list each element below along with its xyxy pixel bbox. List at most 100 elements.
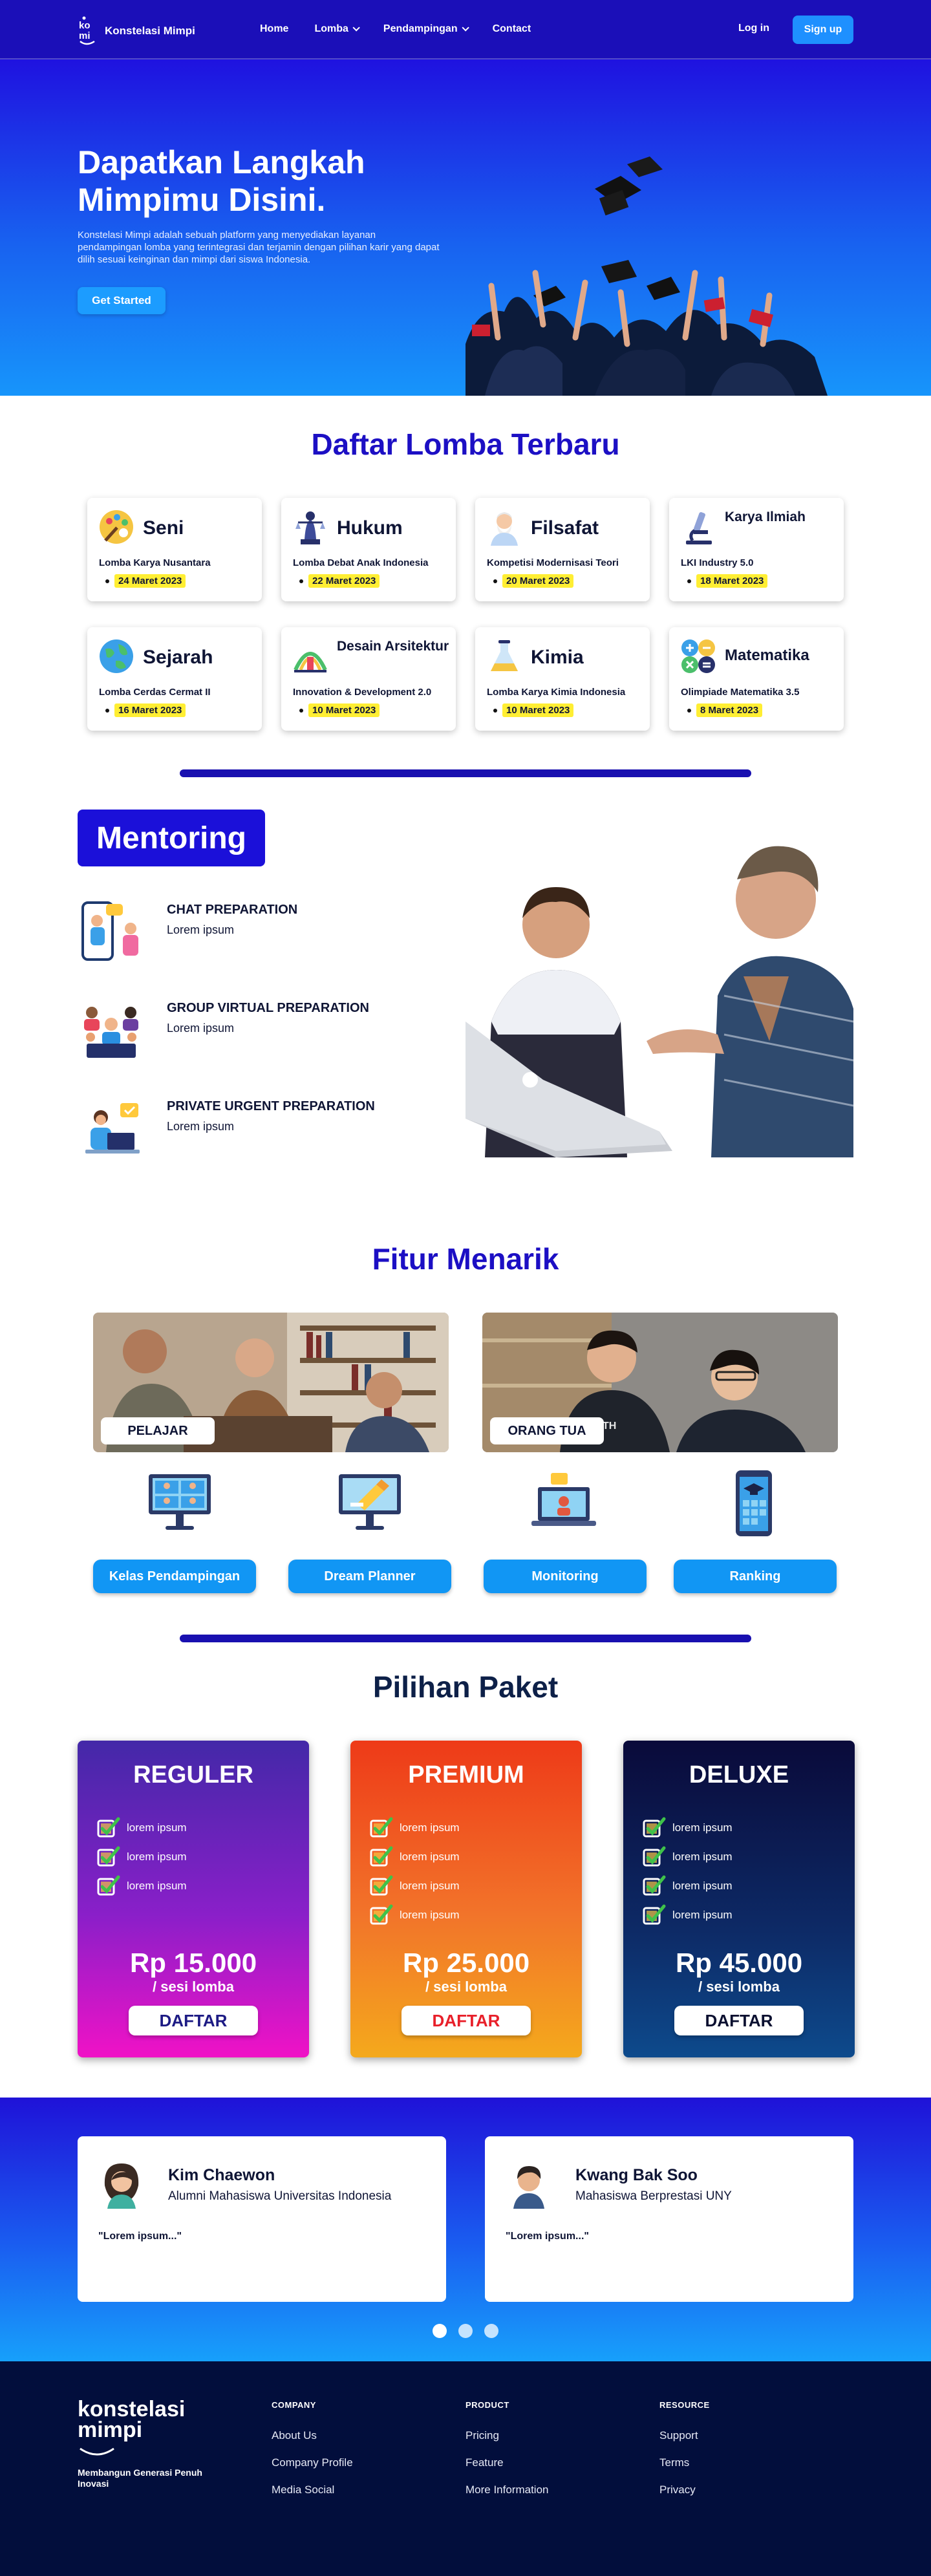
- mentoring-item-title: GROUP VIRTUAL PREPARATION: [167, 1001, 369, 1015]
- nav-link-pendampingan[interactable]: Pendampingan: [383, 23, 469, 35]
- footer-link[interactable]: Pricing: [466, 2429, 549, 2442]
- daftar-button[interactable]: DAFTAR: [674, 2006, 804, 2035]
- bullet-icon: [105, 708, 109, 713]
- lomba-card[interactable]: Karya Ilmiah LKI Industry 5.0 18 Maret 202…: [669, 498, 844, 601]
- nav-link-label: Home: [260, 23, 289, 34]
- nav-link-lomba[interactable]: Lomba: [314, 23, 360, 35]
- chat-icon: [81, 901, 138, 961]
- plan-feature: lorem ipsum: [643, 1904, 733, 1926]
- daftar-button[interactable]: DAFTAR: [401, 2006, 531, 2035]
- chevron-down-icon: [462, 24, 469, 32]
- carousel-dot-3[interactable]: [484, 2324, 498, 2338]
- carousel-dot-1[interactable]: [433, 2324, 447, 2338]
- checkmark-icon: [97, 1875, 120, 1896]
- orang-tua-photo[interactable]: I'M TH ORANG TUA: [482, 1313, 838, 1452]
- footer-link[interactable]: About Us: [272, 2429, 353, 2442]
- checkmark-icon: [370, 1904, 393, 1925]
- plan-feature-text: lorem ipsum: [672, 1851, 733, 1863]
- lomba-card[interactable]: Seni Lomba Karya Nusantara 24 Maret 2023: [87, 498, 262, 601]
- plan-feature-text: lorem ipsum: [400, 1851, 460, 1863]
- lomba-category: Karya Ilmiah: [725, 510, 806, 524]
- bullet-icon: [299, 708, 303, 713]
- footer-logo[interactable]: konstelasi mimpi: [78, 2397, 186, 2461]
- footer-link[interactable]: Terms: [659, 2456, 710, 2469]
- lomba-card[interactable]: Kimia Lomba Karya Kimia Indonesia 10 Maret…: [475, 627, 650, 731]
- nav-link-label: Contact: [492, 23, 531, 34]
- monitoring-button[interactable]: Monitoring: [484, 1560, 647, 1593]
- microscope-icon: [686, 512, 712, 544]
- footer-link[interactable]: Privacy: [659, 2484, 710, 2496]
- footer-column-product: PRODUCT Pricing Feature More Information: [466, 2400, 549, 2511]
- lomba-date-row: 24 Maret 2023: [105, 574, 186, 588]
- login-link[interactable]: Log in: [738, 23, 769, 34]
- lomba-card[interactable]: Matematika Olimpiade Matematika 3.5 8 Mare…: [669, 627, 844, 731]
- bullet-icon: [493, 579, 497, 583]
- carousel-dot-2[interactable]: [458, 2324, 473, 2338]
- checkmark-icon: [370, 1875, 393, 1896]
- group-call-icon: [84, 1007, 138, 1058]
- pelajar-photo[interactable]: PELAJAR: [93, 1313, 449, 1452]
- globe-icon: [100, 639, 133, 673]
- lomba-name: LKI Industry 5.0: [681, 557, 754, 568]
- footer-link[interactable]: Company Profile: [272, 2456, 353, 2469]
- mentoring-item-chat: CHAT PREPARATION Lorem ipsum: [78, 897, 466, 969]
- plan-name: REGULER: [133, 1761, 253, 1788]
- daftar-button[interactable]: DAFTAR: [129, 2006, 258, 2035]
- math-operators-icon: [681, 639, 715, 673]
- lomba-date-row: 18 Maret 2023: [687, 574, 768, 588]
- footer-link[interactable]: Support: [659, 2429, 710, 2442]
- ranking-button[interactable]: Ranking: [674, 1560, 837, 1593]
- plan-feature: lorem ipsum: [643, 1846, 733, 1868]
- pricing-card-deluxe: DELUXE lorem ipsum lorem ipsum lorem ipsum l…: [623, 1741, 855, 2057]
- nav-link-contact[interactable]: Contact: [493, 23, 531, 35]
- pricing-card-premium: PREMIUM lorem ipsum lorem ipsum lorem ipsum…: [350, 1741, 582, 2057]
- kelas-pendampingan-button[interactable]: Kelas Pendampingan: [93, 1560, 256, 1593]
- philosopher-icon: [491, 512, 518, 546]
- testimonial-name: Kwang Bak Soo: [575, 2166, 698, 2184]
- lomba-name: Kompetisi Modernisasi Teori: [487, 557, 619, 568]
- lomba-card[interactable]: Sejarah Lomba Cerdas Cermat II 16 Maret 20…: [87, 627, 262, 731]
- lomba-date: 8 Maret 2023: [696, 703, 763, 717]
- lomba-card[interactable]: Hukum Lomba Debat Anak Indonesia 22 Maret …: [281, 498, 456, 601]
- footer-logo-text: konstelasi mimpi: [78, 2397, 186, 2442]
- footer-link[interactable]: Feature: [466, 2456, 549, 2469]
- lomba-category: Hukum: [337, 517, 403, 539]
- mentoring-item-title: PRIVATE URGENT PREPARATION: [167, 1099, 375, 1113]
- nav-link-home[interactable]: Home: [260, 23, 288, 35]
- checkmark-icon: [370, 1846, 393, 1867]
- lomba-card[interactable]: Filsafat Kompetisi Modernisasi Teori 20 Ma…: [475, 498, 650, 601]
- avatar: [503, 2157, 555, 2209]
- lomba-name: Olimpiade Matematika 3.5: [681, 687, 800, 698]
- hero-section: Dapatkan Langkah Mimpimu Disini. Konstel…: [0, 59, 931, 396]
- checkmark-icon: [97, 1817, 120, 1838]
- lomba-date-row: 20 Maret 2023: [493, 574, 574, 588]
- testimonial-card: Kwang Bak Soo Mahasiswa Berprestasi UNY …: [485, 2136, 853, 2302]
- plan-price: Rp 45.000: [675, 1948, 803, 1978]
- lomba-date: 22 Maret 2023: [308, 574, 380, 588]
- mentoring-photo: [466, 846, 853, 1157]
- brand-logo[interactable]: ko mi Konstelasi Mimpi: [78, 16, 195, 47]
- footer-column-company: COMPANY About Us Company Profile Media S…: [272, 2400, 353, 2511]
- lomba-date: 16 Maret 2023: [114, 703, 186, 717]
- testimonial-name: Kim Chaewon: [168, 2166, 275, 2184]
- get-started-button[interactable]: Get Started: [78, 287, 166, 314]
- signup-button[interactable]: Sign up: [793, 16, 853, 44]
- section-divider: [180, 769, 751, 777]
- graduation-photo: [466, 156, 828, 396]
- dream-planner-button[interactable]: Dream Planner: [288, 1560, 451, 1593]
- top-navbar: ko mi Konstelasi Mimpi Home Lomba Pendam…: [0, 0, 931, 59]
- plan-feature: lorem ipsum: [370, 1904, 460, 1926]
- ranking-phone-icon: [736, 1470, 772, 1536]
- plan-feature: lorem ipsum: [370, 1817, 460, 1839]
- footer-link[interactable]: Media Social: [272, 2484, 353, 2496]
- plan-name: PREMIUM: [408, 1761, 524, 1788]
- lomba-category: Kimia: [531, 647, 584, 668]
- smile-mark-icon: [80, 2447, 114, 2456]
- lomba-date-row: 10 Maret 2023: [299, 703, 380, 717]
- mentoring-item-private: PRIVATE URGENT PREPARATION Lorem ipsum: [78, 1094, 466, 1165]
- footer-link[interactable]: More Information: [466, 2484, 549, 2496]
- lomba-category: Filsafat: [531, 517, 599, 539]
- plan-feature-text: lorem ipsum: [127, 1880, 187, 1892]
- lomba-card[interactable]: Desain Arsitektur Innovation & Developmen…: [281, 627, 456, 731]
- checkmark-icon: [370, 1817, 393, 1838]
